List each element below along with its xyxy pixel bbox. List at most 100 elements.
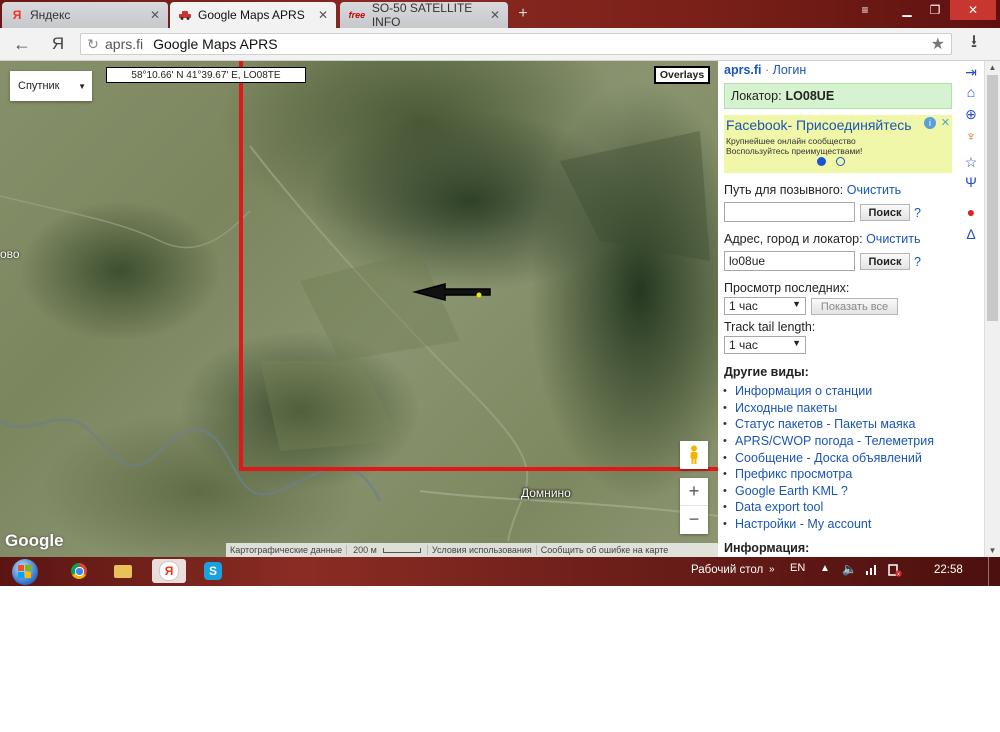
link-raw-packets[interactable]: Исходные пакеты — [735, 401, 837, 415]
link-packet-status[interactable]: Статус пакетов - Пакеты маяка — [735, 417, 915, 431]
chrome-icon[interactable] — [62, 559, 96, 583]
menu-icon[interactable]: ≡ — [850, 0, 880, 20]
tab-label: Google Maps APRS — [198, 8, 305, 22]
list-item: • Google Earth KML ? — [723, 483, 848, 498]
close-icon[interactable]: ✕ — [490, 8, 500, 22]
tab-yandex[interactable]: Я Яндекс ✕ — [2, 2, 168, 28]
tray-expand-icon[interactable]: ▲ — [820, 563, 830, 574]
new-tab-button[interactable]: + — [512, 4, 534, 24]
desktop-label[interactable]: Рабочий стол — [691, 564, 763, 576]
link-weather[interactable]: APRS/CWOP погода - Телеметрия — [735, 434, 934, 448]
sidebar: aprs.fi · Логин Локатор: LO08UE Facebook… — [719, 61, 957, 557]
address-search-button[interactable]: Поиск — [860, 253, 910, 270]
circles-icon[interactable]: ● — [962, 203, 980, 221]
tab-so50[interactable]: free SO-50 SATELLITE INFO ✕ — [340, 1, 508, 29]
address-row: Адрес, город и локатор: Очистить — [724, 232, 921, 246]
clock[interactable]: 22:58 — [934, 564, 963, 576]
sidebar-scrollbar[interactable]: ▲ ▼ — [984, 61, 1000, 557]
link-prefix[interactable]: Префикс просмотра — [735, 467, 852, 481]
terms-link[interactable]: Условия использования — [426, 545, 536, 555]
report-error-link[interactable]: Сообщить об ошибке на карте — [535, 545, 672, 555]
link-messages[interactable]: Сообщение - Доска объявлений — [735, 451, 922, 465]
close-icon[interactable]: ✕ — [150, 8, 160, 22]
login-link[interactable]: Логин — [773, 63, 807, 77]
bookmark-star-icon[interactable]: ★ — [931, 34, 945, 54]
skype-icon[interactable]: S — [196, 559, 230, 583]
chevron-down-icon: ▼ — [78, 81, 86, 91]
minimize-button[interactable]: ▁ — [894, 0, 920, 20]
ad-dot-active[interactable] — [817, 157, 826, 166]
chevron-double-right-icon[interactable]: » — [769, 564, 775, 575]
scroll-down-icon[interactable]: ▼ — [985, 546, 1000, 555]
ad-close-icon[interactable]: ✕ — [941, 116, 950, 129]
overlays-button[interactable]: Overlays — [654, 66, 710, 84]
scroll-up-icon[interactable]: ▲ — [985, 63, 1000, 72]
satellite-map[interactable]: Спутник ▼ 58°10.66' N 41°39.67' E, LO08T… — [0, 61, 718, 557]
compass-icon[interactable]: Δ — [962, 225, 980, 243]
collapse-sidebar-icon[interactable]: ⇥ — [962, 63, 980, 81]
locator-label: Локатор: — [731, 89, 782, 103]
close-icon[interactable]: ✕ — [318, 8, 328, 22]
street-view-pegman-icon[interactable] — [680, 441, 708, 469]
address-input[interactable]: lo08ue — [724, 251, 855, 271]
zoom-out-button[interactable]: − — [680, 506, 708, 533]
callsign-input[interactable] — [724, 202, 855, 222]
view-last-label: Просмотр последних: — [724, 281, 850, 295]
show-all-button[interactable]: Показать все — [811, 298, 898, 315]
track-tail-label: Track tail length: — [724, 320, 816, 334]
ad-dot[interactable] — [836, 157, 845, 166]
site-link[interactable]: aprs.fi — [724, 63, 762, 77]
scroll-thumb[interactable] — [987, 75, 998, 321]
tab-google-maps-aprs[interactable]: Google Maps APRS ✕ — [170, 2, 336, 28]
house-icon[interactable]: ⌂ — [962, 83, 980, 101]
locator-box: Локатор: LO08UE — [724, 83, 952, 109]
link-export[interactable]: Data export tool — [735, 500, 823, 514]
omnibox-domain: aprs.fi — [105, 36, 144, 52]
restore-button[interactable]: ❐ — [922, 0, 948, 20]
link-station-info[interactable]: Информация о станции — [735, 384, 872, 398]
view-last-select[interactable]: 1 час ▼ — [724, 297, 806, 315]
zoom-in-button[interactable]: + — [680, 478, 708, 506]
target-icon[interactable]: ⊕ — [962, 105, 980, 123]
signal-icon[interactable] — [866, 563, 880, 578]
list-item: • Информация о станции — [723, 384, 873, 399]
ad-info-icon[interactable]: i — [924, 117, 936, 129]
view-last-value: 1 час — [729, 299, 758, 313]
other-views-list: • Информация о станции • Исходные пакеты •… — [723, 383, 934, 532]
map-type-dropdown[interactable]: Спутник ▼ — [10, 71, 92, 101]
download-icon[interactable]: ⭳ — [962, 31, 986, 54]
tower-icon[interactable]: ♆ — [962, 127, 980, 145]
window-close-button[interactable]: ✕ — [950, 0, 996, 20]
language-indicator[interactable]: EN — [790, 562, 805, 574]
free-icon: free — [348, 10, 366, 20]
link-settings[interactable]: Настройки - My account — [735, 517, 871, 531]
link-kml[interactable]: Google Earth KML ? — [735, 484, 848, 498]
ad-title[interactable]: Facebook- Присоединяйтесь — [726, 117, 924, 133]
list-item: • Data export tool — [723, 500, 824, 515]
place-label: ово — [0, 247, 20, 261]
yandex-browser-icon[interactable]: Я — [152, 559, 186, 583]
start-button[interactable] — [6, 557, 44, 586]
yandex-logo-icon[interactable]: Я — [46, 34, 70, 54]
car-icon — [178, 8, 192, 22]
star-icon[interactable]: ☆ — [962, 153, 980, 171]
address-bar[interactable]: ↻ aprs.fi Google Maps APRS ★ — [80, 33, 952, 55]
chevron-down-icon: ▼ — [792, 299, 801, 309]
speaker-icon[interactable]: 🔈 — [842, 562, 857, 576]
back-button[interactable]: ← — [10, 34, 34, 54]
battery-alert-icon[interactable]: x — [888, 563, 902, 580]
reload-icon[interactable]: ↻ — [81, 36, 105, 53]
antenna-icon[interactable]: Ψ — [962, 173, 980, 191]
track-tail-select[interactable]: 1 час ▼ — [724, 336, 806, 354]
omnibox-title: Google Maps APRS — [153, 36, 278, 52]
taskbar: Я S Рабочий стол » EN ▲ 🔈 x 22:58 — [0, 557, 1000, 586]
callsign-clear-link[interactable]: Очистить — [847, 183, 901, 197]
ad-banner[interactable]: Facebook- Присоединяйтесь i ✕ Крупнейшее… — [724, 115, 952, 173]
callsign-help-link[interactable]: ? — [914, 206, 921, 220]
tab-label: Яндекс — [30, 8, 71, 22]
callsign-search-button[interactable]: Поиск — [860, 204, 910, 221]
file-explorer-icon[interactable] — [106, 559, 140, 583]
show-desktop-button[interactable] — [988, 557, 1000, 586]
address-help-link[interactable]: ? — [914, 255, 921, 269]
address-clear-link[interactable]: Очистить — [866, 232, 920, 246]
